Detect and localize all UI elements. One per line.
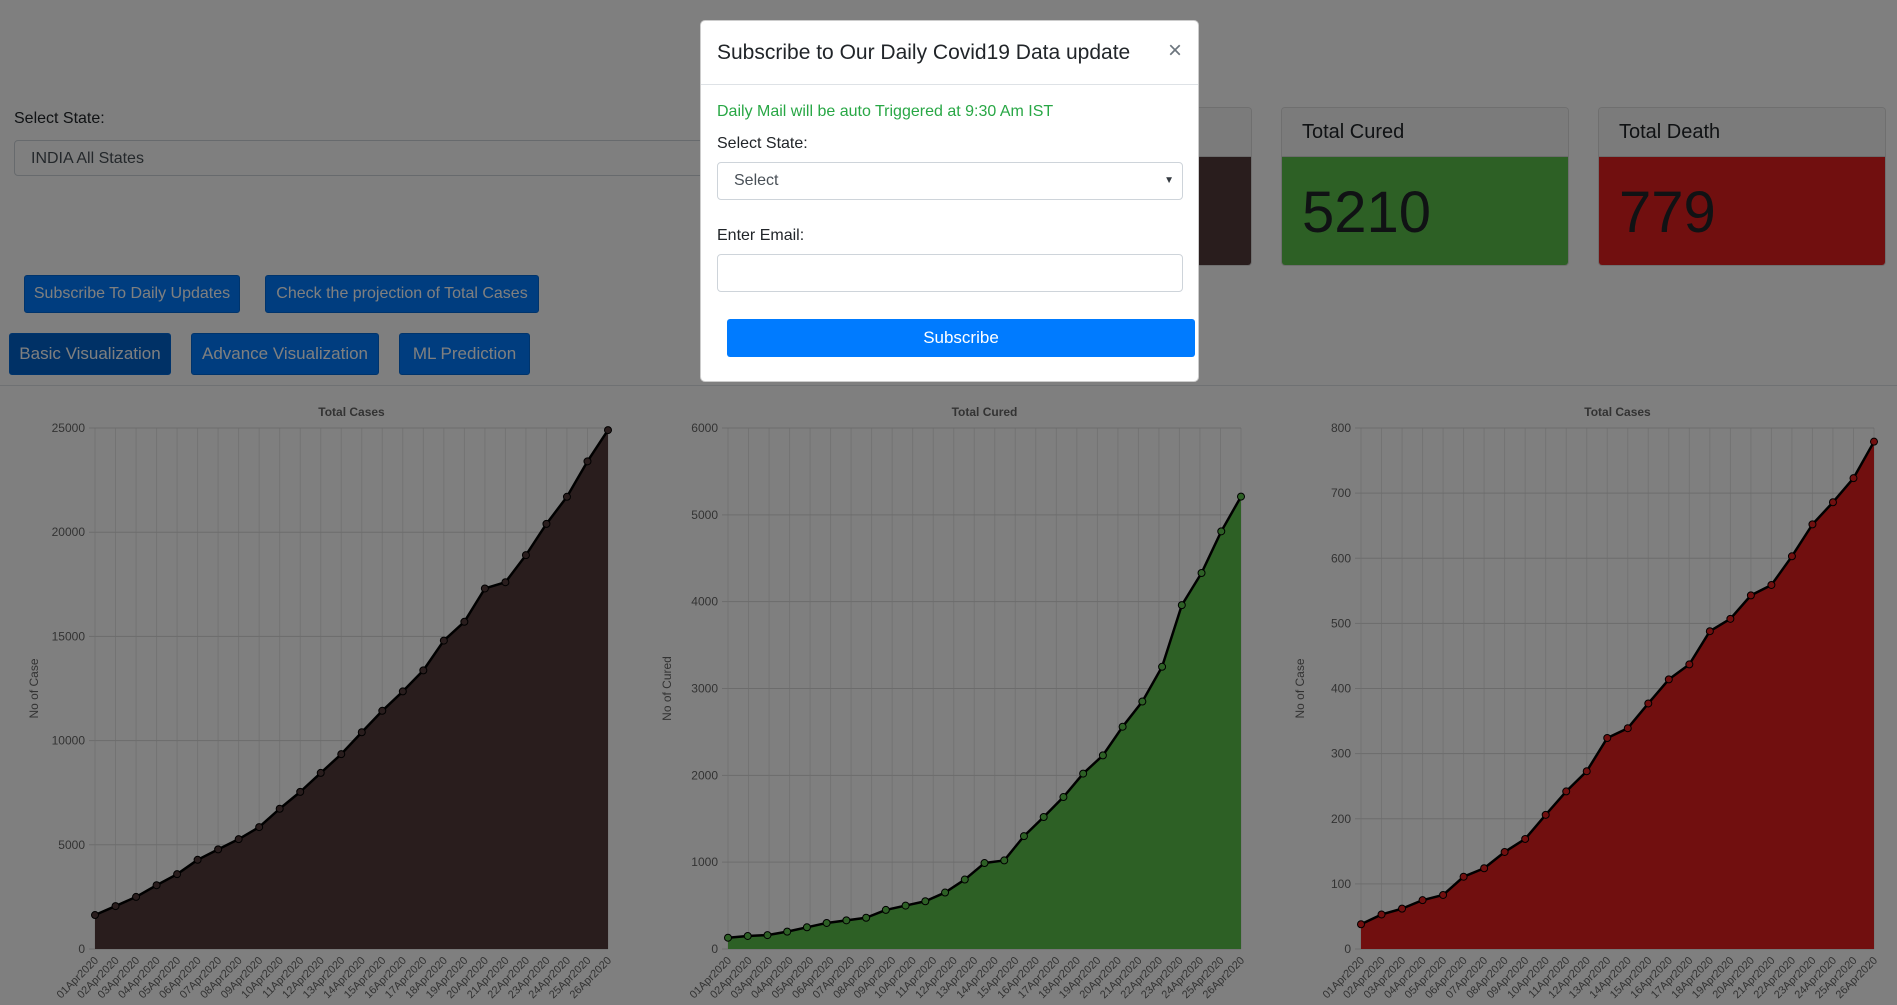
modal-title: Subscribe to Our Daily Covid19 Data upda… [717, 41, 1131, 64]
modal-state-label: Select State: [717, 135, 808, 152]
chevron-down-icon: ▼ [1164, 175, 1174, 186]
email-field[interactable] [717, 254, 1183, 292]
email-label: Enter Email: [717, 227, 805, 244]
close-icon[interactable]: × [1168, 39, 1182, 63]
modal-state-select[interactable]: Select ▼ [717, 162, 1183, 200]
modal-state-select-value: Select [734, 172, 779, 189]
subscribe-button[interactable]: Subscribe [727, 319, 1195, 357]
mail-schedule-notice: Daily Mail will be auto Triggered at 9:3… [717, 103, 1054, 120]
modal-header: Subscribe to Our Daily Covid19 Data upda… [701, 21, 1198, 85]
subscribe-modal: Subscribe to Our Daily Covid19 Data upda… [700, 20, 1199, 382]
